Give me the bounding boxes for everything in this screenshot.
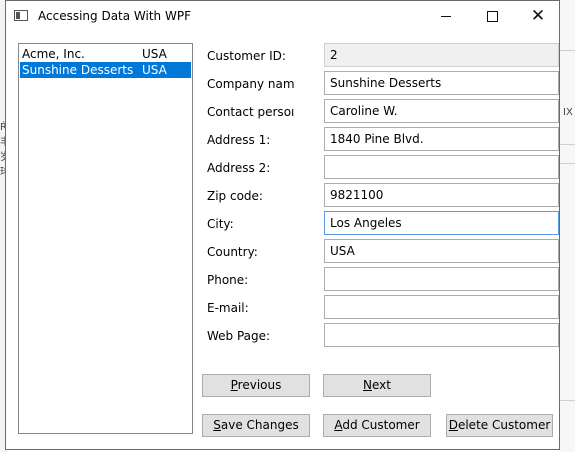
web-page-label: Web Page: [207, 329, 271, 343]
list-item-name: Sunshine Desserts [22, 63, 134, 77]
save-button-label: ave Changes [220, 418, 299, 432]
previous-button-label: revious [237, 378, 282, 392]
list-item-customer[interactable]: Acme, Inc. USA [20, 46, 191, 62]
contact-person-label: Contact persoı [207, 105, 295, 119]
customer-id-label: Customer ID: [207, 49, 286, 63]
maximize-icon [486, 10, 498, 22]
app-window-icon [14, 10, 28, 21]
phone-label: Phone: [207, 273, 249, 287]
window-title: Accessing Data With WPF [38, 9, 191, 23]
company-name-field[interactable]: Sunshine Desserts [324, 71, 559, 95]
country-field[interactable]: USA [324, 239, 559, 263]
minimize-button[interactable] [423, 1, 469, 31]
zip-code-label: Zip code: [207, 189, 263, 203]
list-item-country: USA [142, 47, 167, 61]
add-customer-button[interactable]: Add Customer [323, 414, 431, 437]
close-button[interactable]: ✕ [515, 1, 561, 31]
maximize-button[interactable] [469, 1, 515, 31]
save-button-accel: S [213, 418, 221, 432]
background-app-right-edge: IX [560, 0, 575, 452]
next-button[interactable]: Next [323, 374, 431, 397]
background-text-right: IX [563, 107, 573, 118]
email-label: E-mail: [207, 301, 249, 315]
web-page-field[interactable] [324, 323, 559, 347]
contact-person-field[interactable]: Caroline W. [324, 99, 559, 123]
main-window: Accessing Data With WPF ✕ Acme, Inc. USA… [5, 0, 560, 450]
add-button-label: dd Customer [342, 418, 420, 432]
address1-label: Address 1: [207, 133, 271, 147]
delete-customer-button[interactable]: Delete Customer [446, 414, 553, 437]
save-changes-button[interactable]: Save Changes [202, 414, 310, 437]
previous-button-accel: P [230, 378, 238, 392]
list-item-name: Acme, Inc. [22, 47, 85, 61]
email-field[interactable] [324, 295, 559, 319]
title-bar[interactable]: Accessing Data With WPF ✕ [6, 1, 559, 31]
city-label: City: [207, 217, 234, 231]
zip-code-field[interactable]: 9821100 [324, 183, 559, 207]
customer-listbox[interactable]: Acme, Inc. USA Sunshine Desserts USA [18, 43, 193, 434]
close-icon: ✕ [530, 5, 546, 26]
delete-button-label: elete Customer [457, 418, 551, 432]
delete-button-accel: D [448, 418, 458, 432]
address2-label: Address 2: [207, 161, 271, 175]
next-button-accel: N [363, 378, 372, 392]
list-item-customer-selected[interactable]: Sunshine Desserts USA [20, 62, 191, 78]
address2-field[interactable] [324, 155, 559, 179]
country-label: Country: [207, 245, 258, 259]
phone-field[interactable] [324, 267, 559, 291]
customer-id-field: 2 [324, 43, 559, 67]
company-name-label: Company nam [207, 77, 295, 91]
previous-button[interactable]: Previous [202, 374, 310, 397]
minimize-icon [441, 15, 451, 17]
list-item-country: USA [142, 63, 167, 77]
next-button-label: ext [372, 378, 391, 392]
city-field[interactable]: Los Angeles [324, 211, 559, 235]
address1-field[interactable]: 1840 Pine Blvd. [324, 127, 559, 151]
